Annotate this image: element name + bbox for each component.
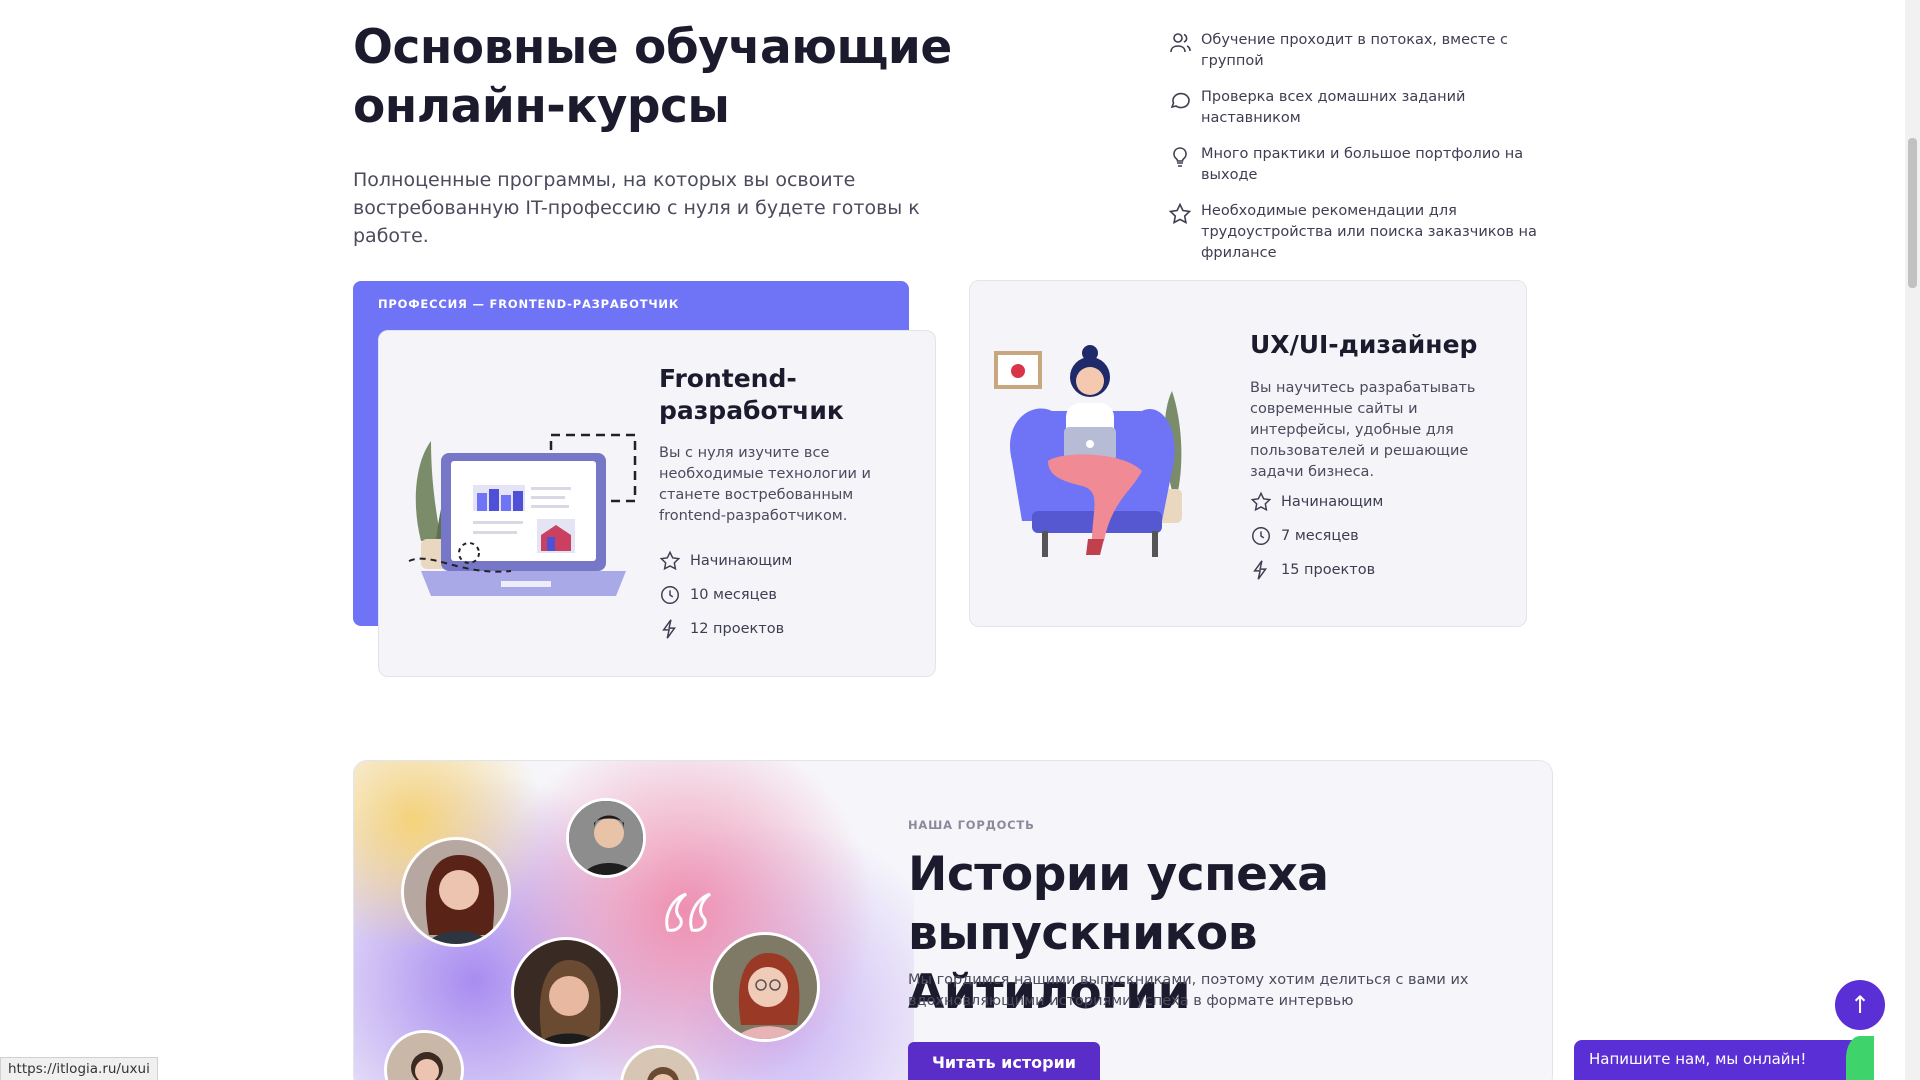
scroll-to-top-button[interactable]: ↑ (1835, 980, 1885, 1030)
meta-level-text: Начинающим (690, 553, 793, 569)
graduate-avatar[interactable] (401, 837, 511, 947)
group-icon (1170, 33, 1191, 53)
feature-item: Проверка всех домашних заданий наставник… (1168, 87, 1568, 129)
star-icon (1168, 202, 1192, 224)
meta-duration-text: 7 месяцев (1281, 528, 1359, 544)
chat-label: Напишите нам, мы онлайн! (1589, 1050, 1807, 1068)
feature-item: Обучение проходит в потоках, вместе с гр… (1168, 30, 1568, 72)
success-subtitle: Мы гордимся нашими выпускниками, поэтому… (908, 972, 1469, 1009)
online-indicator-icon (1846, 1036, 1874, 1080)
frontend-course-meta: Начинающим 10 месяцев 12 проектов (659, 544, 792, 646)
graduate-avatar[interactable] (511, 937, 621, 1047)
frontend-course-title[interactable]: Frontend-разработчик (659, 363, 899, 427)
meta-duration: 10 месяцев (659, 578, 792, 612)
graduate-avatar[interactable] (710, 932, 820, 1042)
features-list: Обучение проходит в потоках, вместе с гр… (1168, 30, 1568, 279)
lightning-icon (1253, 560, 1268, 580)
meta-duration-text: 10 месяцев (690, 587, 777, 603)
meta-projects: 12 проектов (659, 612, 792, 646)
laptop-illustration (408, 433, 637, 596)
frontend-course-description: Вы с нуля изучите все необходимые технол… (659, 445, 871, 524)
meta-level-text: Начинающим (1281, 494, 1384, 510)
meta-duration: 7 месяцев (1250, 519, 1383, 553)
clock-icon (1252, 527, 1270, 545)
frontend-card-kicker: ПРОФЕССИЯ — FRONTEND-РАЗРАБОТЧИК (378, 297, 680, 311)
feature-text: Много практики и большое портфолио на вы… (1201, 146, 1524, 183)
meta-projects: 15 проектов (1250, 553, 1383, 587)
feature-text: Проверка всех домашних заданий наставник… (1201, 89, 1466, 126)
meta-projects-text: 12 проектов (690, 621, 785, 637)
quote-icon (665, 892, 711, 932)
clock-icon (661, 586, 679, 604)
page: Основные обучающие онлайн-курсы Полноцен… (0, 0, 1905, 1080)
arrow-up-icon: ↑ (1849, 991, 1871, 1019)
uxui-course-card[interactable]: UX/UI-дизайнер Вы научитесь разрабатыват… (969, 280, 1527, 627)
feature-text: Обучение проходит в потоках, вместе с гр… (1201, 32, 1508, 69)
feature-item: Необходимые рекомендации для трудоустрой… (1168, 201, 1568, 264)
feature-item: Много практики и большое портфолио на вы… (1168, 144, 1568, 186)
uxui-course-meta: Начинающим 7 месяцев 15 проектов (1250, 485, 1383, 587)
uxui-course-title[interactable]: UX/UI-дизайнер (1250, 329, 1510, 361)
status-bar-url: https://itlogia.ru/uxui (0, 1057, 158, 1080)
lightning-icon (662, 619, 677, 639)
graduate-avatar[interactable] (566, 798, 646, 878)
success-kicker: НАША ГОРДОСТЬ (908, 818, 1035, 832)
designer-illustration (994, 345, 1182, 557)
feature-text: Необходимые рекомендации для трудоустрой… (1201, 203, 1537, 261)
frontend-course-card[interactable]: Frontend-разработчик Вы с нуля изучите в… (378, 330, 936, 677)
star-icon (1250, 491, 1272, 512)
online-chat-widget[interactable]: Напишите нам, мы онлайн! (1574, 1036, 1874, 1080)
page-subtitle: Полноценные программы, на которых вы осв… (353, 169, 920, 247)
meta-level: Начинающим (659, 544, 792, 578)
read-stories-button[interactable]: Читать истории (908, 1042, 1100, 1080)
scrollbar-thumb[interactable] (1908, 138, 1917, 288)
chat-bubble-icon (1170, 92, 1190, 109)
lightbulb-icon (1173, 147, 1187, 167)
meta-projects-text: 15 проектов (1281, 562, 1376, 578)
uxui-course-description: Вы научитесь разрабатывать современные с… (1250, 380, 1476, 480)
page-scrollbar[interactable] (1905, 0, 1920, 1080)
page-title: Основные обучающие онлайн-курсы (353, 20, 952, 134)
meta-level: Начинающим (1250, 485, 1383, 519)
star-icon (659, 550, 681, 571)
